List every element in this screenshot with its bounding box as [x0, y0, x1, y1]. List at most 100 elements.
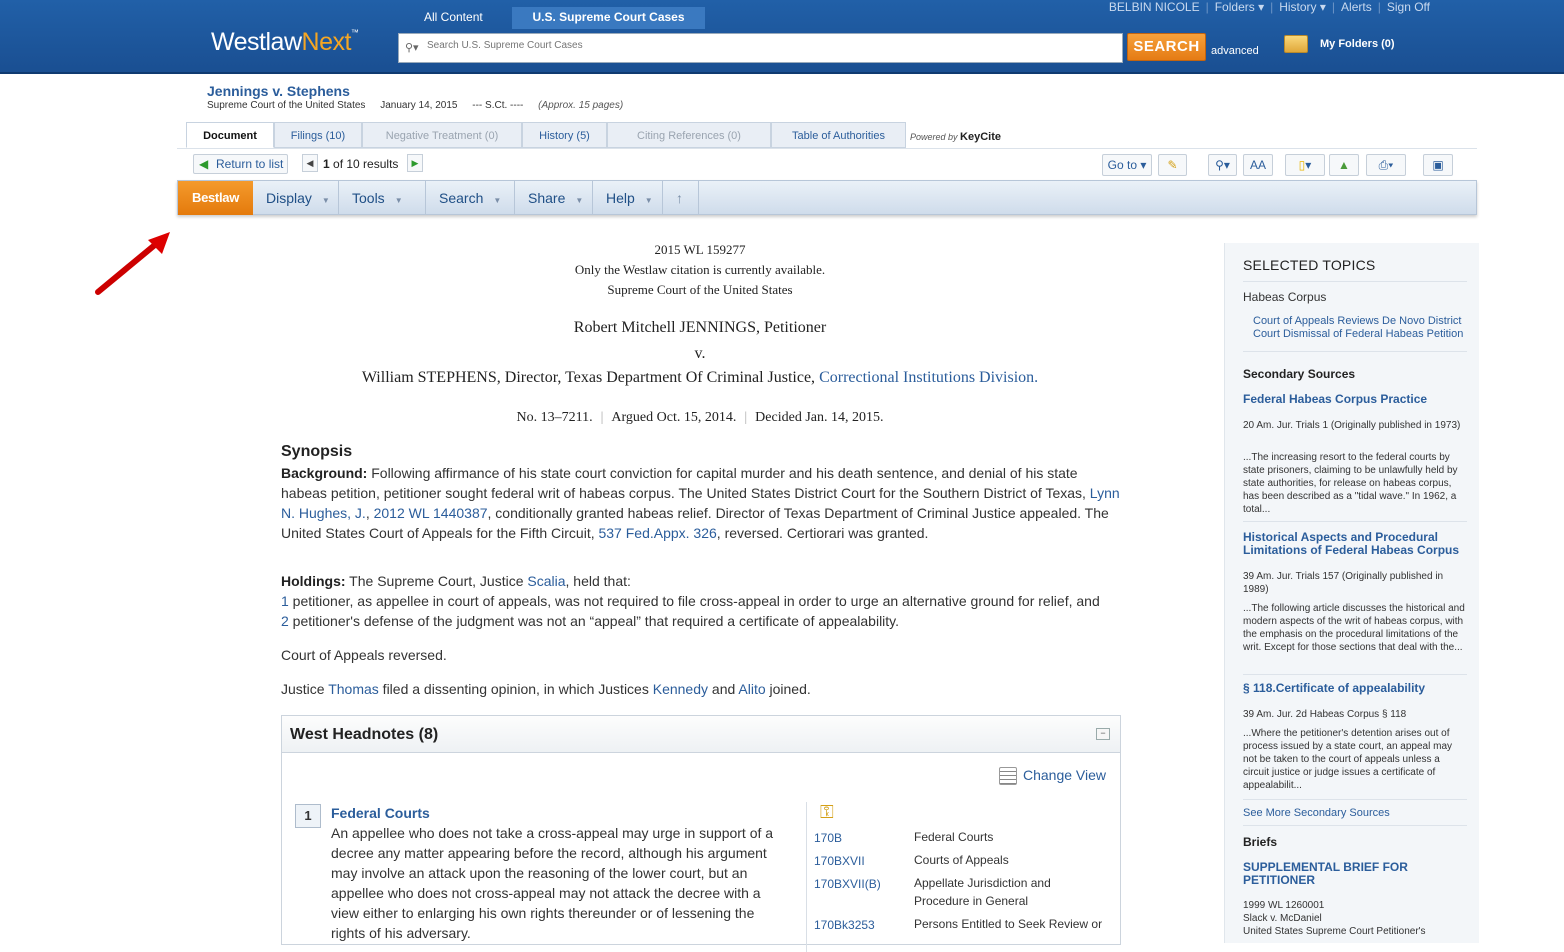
full-screen-icon[interactable]: ▣	[1423, 154, 1453, 176]
menu-tools[interactable]: Tools ▼	[339, 181, 426, 215]
logo-trademark: ™	[350, 28, 359, 37]
rail-divider	[1243, 521, 1467, 522]
chevron-down-icon: ▼	[394, 196, 403, 205]
headnote-text: An appellee who does not take a cross-ap…	[331, 825, 774, 941]
district-court-cite-link[interactable]: 2012 WL 1440387	[374, 505, 488, 521]
rail-divider	[1243, 674, 1467, 675]
selected-topics-heading: SELECTED TOPICS	[1243, 257, 1376, 273]
document-title[interactable]: Jennings v. Stephens	[207, 83, 350, 99]
folder-icon	[1284, 35, 1308, 53]
scope-tab-supreme-court[interactable]: U.S. Supreme Court Cases	[512, 7, 705, 29]
secondary-source-snippet: ...Where the petitioner's detention aris…	[1243, 728, 1453, 791]
see-more-secondary-sources-link[interactable]: See More Secondary Sources	[1243, 807, 1390, 819]
key-number-code-link[interactable]: 170B	[814, 831, 842, 845]
rail-divider	[1243, 825, 1467, 826]
brief-case: Slack v. McDaniel	[1243, 913, 1322, 924]
scroll-to-top-button[interactable]: ↑	[663, 181, 699, 215]
secondary-source-title[interactable]: § 118.Certificate of appealability	[1243, 682, 1468, 695]
rail-divider	[1243, 281, 1467, 282]
change-view-button[interactable]: Change View	[998, 767, 1106, 786]
menu-search-label: Search	[439, 190, 484, 206]
user-name-link[interactable]: BELBIN NICOLE	[1103, 0, 1206, 14]
menu-search[interactable]: Search ▼	[426, 181, 515, 215]
key-number-description: Federal Courts	[914, 830, 994, 844]
holding-2-link[interactable]: 2	[281, 613, 289, 629]
menu-help[interactable]: Help ▼	[593, 181, 663, 215]
petitioner-party: Robert Mitchell JENNINGS, Petitioner	[573, 319, 827, 336]
topic-name: Habeas Corpus	[1243, 290, 1327, 304]
brief-cite: 1999 WL 1260001	[1243, 900, 1325, 911]
my-folders-button[interactable]: My Folders (0)	[1278, 30, 1404, 60]
key-number-code-link[interactable]: 170Bk3253	[814, 918, 875, 932]
secondary-source-title[interactable]: Historical Aspects and Procedural Limita…	[1243, 531, 1468, 557]
user-nav: BELBIN NICOLE | Folders ▾ | History ▾ | Alerts…	[1103, 0, 1436, 14]
annotations-icon[interactable]: ✎	[1158, 154, 1187, 176]
kennedy-link[interactable]: Kennedy	[653, 681, 708, 697]
advanced-search-link[interactable]: advanced	[1211, 45, 1259, 57]
holdings-text-2: , held that:	[565, 573, 631, 589]
briefs-heading: Briefs	[1243, 835, 1278, 849]
key-number-code-link[interactable]: 170BXVII	[814, 854, 865, 868]
menu-tools-label: Tools	[352, 190, 385, 206]
dissent-text-2: filed a dissenting opinion, in which Jus…	[378, 681, 653, 697]
return-to-list-button[interactable]: ◀ Return to list	[193, 154, 289, 174]
next-result-button[interactable]: ▶	[407, 154, 423, 172]
tab-citing-references[interactable]: Citing References (0)	[607, 122, 771, 148]
menu-display-label: Display	[266, 190, 312, 206]
folders-menu[interactable]: Folders ▾	[1209, 0, 1270, 14]
search-icon[interactable]: ⚲▾	[405, 41, 419, 54]
menu-display[interactable]: Display ▼	[253, 181, 339, 215]
key-number-description: Courts of Appeals	[914, 853, 1009, 867]
menu-share[interactable]: Share ▼	[515, 181, 593, 215]
alito-link[interactable]: Alito	[738, 681, 765, 697]
westlawnext-logo[interactable]: WestlawNext™	[211, 28, 359, 57]
tab-negative-treatment[interactable]: Negative Treatment (0)	[362, 122, 522, 148]
font-size-button[interactable]: AA	[1243, 154, 1273, 176]
key-number-description: Appellate Jurisdiction and Procedure in …	[914, 876, 1051, 908]
secondary-source-title[interactable]: Federal Habeas Corpus Practice	[1243, 393, 1468, 406]
document-date: January 14, 2015	[380, 100, 458, 111]
tab-table-of-authorities[interactable]: Table of Authorities	[771, 122, 906, 148]
previous-result-button[interactable]: ◀	[302, 154, 318, 172]
brief-title-link[interactable]: SUPPLEMENTAL BRIEF FOR PETITIONER	[1243, 861, 1468, 887]
red-arrow-annotation	[95, 232, 170, 295]
chevron-down-icon: ▼	[493, 196, 502, 205]
search-button[interactable]: SEARCH	[1127, 33, 1206, 61]
thomas-link[interactable]: Thomas	[328, 681, 379, 697]
secondary-source-cite: 39 Am. Jur. 2d Habeas Corpus § 118	[1243, 709, 1407, 720]
highlight-icon[interactable]: ▯▾	[1285, 154, 1325, 176]
bestlaw-button[interactable]: Bestlaw	[178, 181, 253, 215]
headnote-topic-link[interactable]: Federal Courts	[331, 805, 430, 821]
secondary-source-snippet: ...The increasing resort to the federal …	[1243, 452, 1458, 515]
alerts-link[interactable]: Alerts	[1335, 0, 1378, 14]
holding-1-link[interactable]: 1	[281, 593, 289, 609]
go-to-dropdown[interactable]: Go to ▾	[1102, 154, 1152, 176]
search-input[interactable]	[427, 40, 1107, 51]
key-number-code-link[interactable]: 170BXVII(B)	[814, 877, 881, 891]
correctional-division-link[interactable]: Correctional Institutions Division.	[819, 369, 1038, 386]
logo-next-text: Next	[301, 28, 352, 56]
tab-history[interactable]: History (5)	[522, 122, 607, 148]
brief-court: United States Supreme Court Petitioner's	[1243, 926, 1426, 937]
sign-off-link[interactable]: Sign Off	[1381, 0, 1436, 14]
fifth-circuit-cite-link[interactable]: 537 Fed.Appx. 326	[598, 525, 716, 541]
document-court: Supreme Court of the United States	[207, 100, 366, 111]
topic-sub-link[interactable]: Court of Appeals Reviews De Novo Distric…	[1253, 315, 1461, 327]
print-icon[interactable]: ⎙▾	[1366, 154, 1406, 176]
collapse-icon[interactable]: −	[1096, 728, 1110, 740]
headnote-number[interactable]: 1	[295, 804, 321, 828]
scalia-link[interactable]: Scalia	[527, 573, 565, 589]
result-count: 1 of 10 results	[323, 157, 398, 171]
scope-tab-all-content[interactable]: All Content	[412, 7, 495, 29]
search-within-icon[interactable]: ⚲▾	[1208, 154, 1237, 176]
chevron-down-icon: ▼	[575, 196, 584, 205]
tab-document[interactable]: Document	[186, 122, 274, 148]
background-paragraph: Background: Following affirmance of his …	[281, 463, 1126, 543]
tab-filings[interactable]: Filings (10)	[274, 122, 362, 148]
history-menu[interactable]: History ▾	[1273, 0, 1332, 14]
list-view-icon	[998, 767, 1017, 786]
topic-sub-link[interactable]: Court Dismissal of Federal Habeas Petiti…	[1253, 328, 1463, 340]
court-name: Supreme Court of the United States	[607, 282, 793, 297]
add-to-folder-icon[interactable]: ▲	[1329, 154, 1359, 176]
key-number-icon: ⚿	[820, 802, 834, 822]
